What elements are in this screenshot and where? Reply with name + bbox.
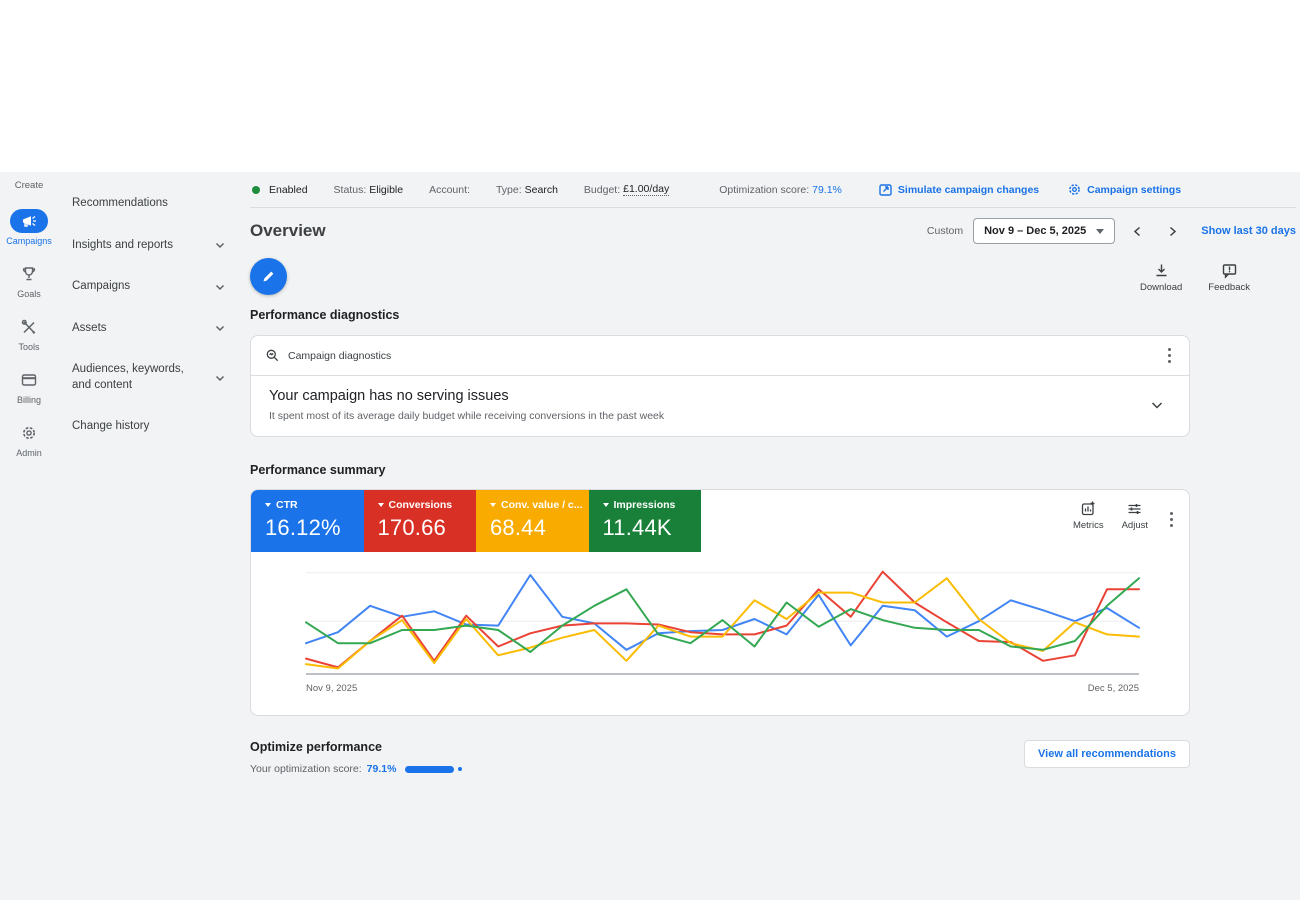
subnav-item-recommendations[interactable]: Recommendations — [72, 186, 232, 222]
billing-icon — [10, 368, 48, 392]
optimization-score-field[interactable]: Optimization score:79.1% — [719, 184, 842, 196]
enabled-status[interactable]: Enabled — [252, 184, 308, 196]
icon-rail: Create Campaigns Goals Tools Billing — [0, 172, 58, 900]
subnav-item-campaigns[interactable]: Campaigns — [72, 269, 232, 305]
feedback-icon — [1221, 262, 1238, 279]
metric-strip: CTR16.12%Conversions170.66Conv. value / … — [251, 490, 1189, 552]
diagnostics-card-body: Your campaign has no serving issues It s… — [251, 376, 1189, 436]
caret-down-icon — [1096, 229, 1104, 234]
diagnostics-card-header: Campaign diagnostics — [251, 336, 1189, 376]
subnav-item-insights-and-reports[interactable]: Insights and reports — [72, 228, 232, 264]
campaign-settings-link[interactable]: Campaign settings — [1067, 182, 1181, 197]
create-button[interactable]: Create — [15, 180, 44, 191]
account-field: Account: — [429, 184, 470, 196]
pencil-icon — [261, 269, 276, 284]
feedback-button[interactable]: Feedback — [1208, 262, 1250, 293]
x-axis-start-label: Nov 9, 2025 — [306, 683, 357, 694]
rail-item-billing[interactable]: Billing — [10, 368, 48, 405]
rail-item-goals[interactable]: Goals — [10, 262, 48, 299]
rail-item-admin[interactable]: Admin — [10, 421, 48, 458]
next-range-button[interactable] — [1160, 221, 1185, 242]
chevron-right-icon — [1166, 225, 1179, 238]
show-last-30-days-link[interactable]: Show last 30 days — [1201, 225, 1296, 237]
performance-summary-card: CTR16.12%Conversions170.66Conv. value / … — [250, 489, 1190, 716]
series-line-impressions — [306, 578, 1139, 652]
chevron-down-icon — [214, 239, 226, 251]
optimization-score-bar — [405, 766, 462, 773]
serving-status: Status:Eligible — [334, 184, 404, 196]
rail-item-campaigns[interactable]: Campaigns — [6, 209, 52, 246]
page-title: Overview — [250, 221, 326, 241]
admin-icon — [10, 421, 48, 445]
adjust-icon — [1126, 500, 1143, 517]
enabled-dot-icon — [252, 186, 260, 194]
optimization-score-value: 79.1% — [367, 763, 397, 775]
subnav-item-assets[interactable]: Assets — [72, 311, 232, 347]
metric-caret-icon — [378, 503, 384, 507]
chevron-left-icon — [1131, 225, 1144, 238]
download-button[interactable]: Download — [1140, 262, 1182, 293]
campaign-status-bar: Enabled Status:Eligible Account: Type:Se… — [250, 180, 1296, 208]
diagnostics-subtext: It spent most of its average daily budge… — [269, 410, 664, 422]
view-all-recommendations-button[interactable]: View all recommendations — [1024, 740, 1190, 768]
secondary-nav: Recommendations Insights and reports Cam… — [58, 172, 240, 900]
chevron-down-icon — [214, 322, 226, 334]
series-line-ctr — [306, 575, 1139, 650]
gear-icon — [1067, 182, 1082, 197]
diagnostics-magnifier-icon — [265, 348, 280, 363]
subnav-item-audiences-keywords-content[interactable]: Audiences, keywords, and content — [72, 352, 232, 403]
chevron-down-icon — [214, 281, 226, 293]
metric-caret-icon — [490, 503, 496, 507]
budget-field[interactable]: Budget:£1.00/day — [584, 183, 669, 196]
date-range-picker[interactable]: Nov 9 – Dec 5, 2025 — [973, 218, 1115, 244]
tools-icon — [10, 315, 48, 339]
campaigns-icon — [10, 209, 48, 233]
edit-button[interactable] — [250, 258, 287, 295]
optimization-score-line: Your optimization score: 79.1% — [250, 763, 462, 775]
custom-range-label: Custom — [927, 225, 963, 237]
diagnostics-menu-button[interactable] — [1164, 344, 1175, 367]
simulate-campaign-changes-link[interactable]: Simulate campaign changes — [878, 182, 1039, 197]
performance-diagnostics-title: Performance diagnostics — [250, 308, 1296, 322]
card-toolbar: Download Feedback — [1140, 262, 1250, 293]
chart-menu-button[interactable] — [1166, 508, 1177, 531]
chevron-down-icon — [214, 372, 226, 384]
expand-chevron-icon[interactable] — [1149, 397, 1165, 413]
campaign-type: Type:Search — [496, 184, 558, 196]
performance-summary-title: Performance summary — [250, 463, 1296, 477]
main-content: Enabled Status:Eligible Account: Type:Se… — [240, 172, 1300, 900]
date-range-controls: Custom Nov 9 – Dec 5, 2025 Show last 30 … — [927, 218, 1296, 244]
goals-icon — [10, 262, 48, 286]
previous-range-button[interactable] — [1125, 221, 1150, 242]
metric-caret-icon — [265, 503, 271, 507]
metric-card-conv-value-c[interactable]: Conv. value / c...68.44 — [476, 490, 589, 552]
rail-item-tools[interactable]: Tools — [10, 315, 48, 352]
download-icon — [1153, 262, 1170, 279]
x-axis-end-label: Dec 5, 2025 — [1088, 683, 1139, 694]
metric-card-impressions[interactable]: Impressions11.44K — [589, 490, 702, 552]
simulate-icon — [878, 182, 893, 197]
metrics-icon — [1080, 500, 1097, 517]
chart-actions: Metrics Adjust — [1073, 500, 1177, 531]
campaign-diagnostics-card: Campaign diagnostics Your campaign has n… — [250, 335, 1190, 437]
overview-header: Overview Custom Nov 9 – Dec 5, 2025 Show… — [250, 218, 1296, 244]
metrics-button[interactable]: Metrics — [1073, 500, 1104, 531]
optimize-performance-title: Optimize performance — [250, 740, 462, 754]
actions-row: Download Feedback — [250, 258, 1250, 295]
performance-chart[interactable]: Nov 9, 2025 Dec 5, 2025 — [251, 552, 1189, 715]
adjust-button[interactable]: Adjust — [1122, 500, 1148, 531]
metric-card-ctr[interactable]: CTR16.12% — [251, 490, 364, 552]
metric-caret-icon — [603, 503, 609, 507]
metric-card-conversions[interactable]: Conversions170.66 — [364, 490, 477, 552]
google-ads-app: Create Campaigns Goals Tools Billing — [0, 172, 1300, 900]
subnav-item-change-history[interactable]: Change history — [72, 409, 232, 445]
diagnostics-headline: Your campaign has no serving issues — [269, 388, 664, 404]
optimize-performance-section: Optimize performance Your optimization s… — [250, 740, 1190, 775]
